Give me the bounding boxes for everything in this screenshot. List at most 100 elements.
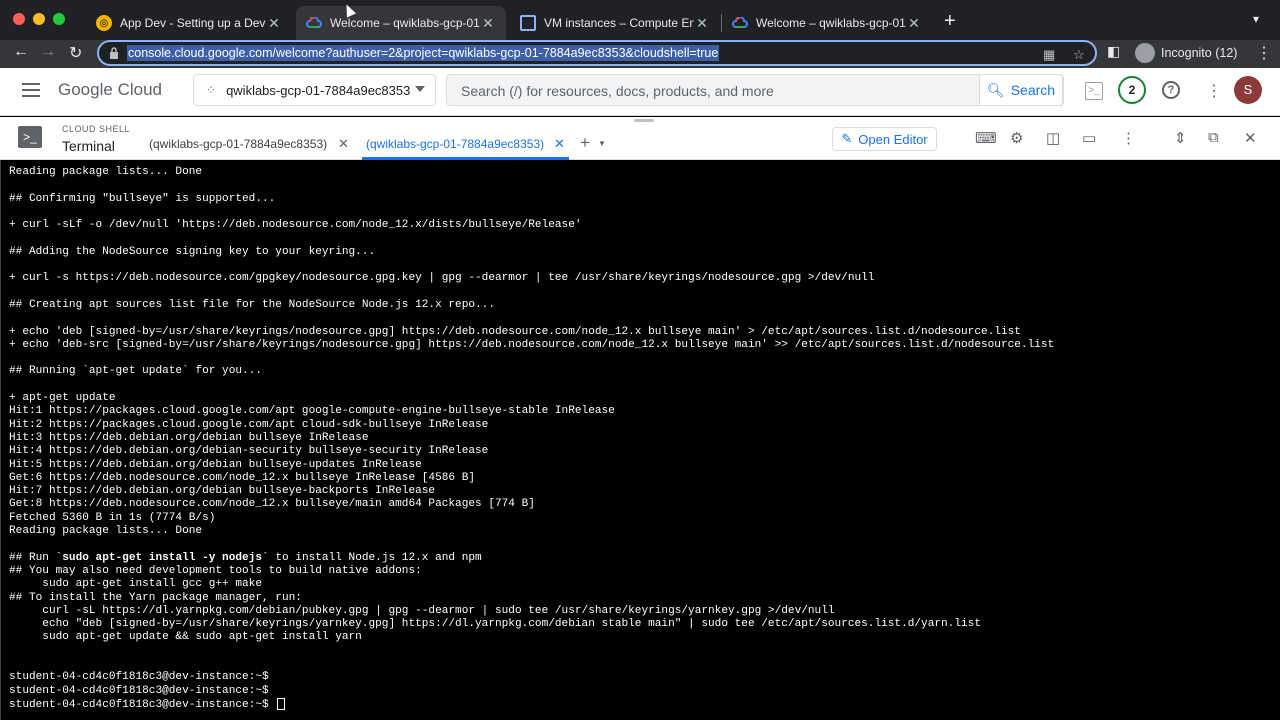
lock-icon[interactable] bbox=[109, 47, 119, 59]
incognito-label: Incognito (12) bbox=[1161, 46, 1238, 60]
resize-handle[interactable] bbox=[634, 119, 654, 122]
cloud-shell-bar: >_ CLOUD SHELL Terminal (qwiklabs-gcp-01… bbox=[0, 117, 1280, 160]
terminal-line: ## Adding the NodeSource signing key to … bbox=[9, 245, 376, 258]
cloud-shell-icon[interactable]: >_ bbox=[1085, 82, 1103, 100]
search-box[interactable]: Search (/) for resources, docs, products… bbox=[446, 74, 1064, 106]
more-options-icon[interactable]: ⋮ bbox=[1206, 81, 1222, 101]
terminal-line: student-04-cd4c0f1818c3@dev-instance:~$ bbox=[9, 671, 269, 684]
tab-title: Welcome – qwiklabs-gcp-01-7 bbox=[756, 16, 906, 30]
avatar[interactable]: S bbox=[1234, 76, 1262, 104]
terminal-line: ## Run `sudo apt-get install -y nodejs` … bbox=[9, 551, 482, 564]
open-editor-button[interactable]: ✎ Open Editor bbox=[832, 127, 937, 151]
close-window-button[interactable] bbox=[13, 13, 25, 25]
minimize-window-button[interactable] bbox=[33, 13, 45, 25]
terminal-line: + curl -sLf -o /dev/null 'https://deb.no… bbox=[9, 219, 582, 232]
browser-menu-icon[interactable]: ⋮ bbox=[1256, 43, 1272, 63]
logo-cloud: Cloud bbox=[117, 80, 162, 99]
compute-engine-icon bbox=[520, 15, 536, 31]
forward-arrow-icon[interactable]: → bbox=[40, 43, 56, 61]
chevron-down-icon[interactable]: ▼ bbox=[598, 139, 606, 148]
close-tab-icon[interactable]: ✕ bbox=[338, 136, 349, 152]
side-panel-icon[interactable]: ◧ bbox=[1107, 43, 1120, 60]
web-preview-icon[interactable]: ◫ bbox=[1046, 129, 1060, 147]
terminal-line: + echo 'deb-src [signed-by=/usr/share/ke… bbox=[9, 338, 1055, 351]
settings-gear-icon[interactable]: ⚙ bbox=[1010, 129, 1023, 147]
open-new-window-icon[interactable]: ⧉ bbox=[1208, 129, 1219, 146]
google-cloud-icon bbox=[732, 15, 748, 31]
cloud-shell-label: CLOUD SHELL bbox=[62, 124, 131, 134]
terminal-line: + curl -s https://deb.nodesource.com/gpg… bbox=[9, 272, 875, 285]
notifications-badge[interactable]: 2 bbox=[1118, 76, 1146, 104]
terminal-tab-1[interactable]: (qwiklabs-gcp-01-7884a9ec8353) bbox=[149, 137, 327, 151]
google-cloud-logo[interactable]: Google Cloud bbox=[58, 80, 162, 100]
close-tab-icon[interactable]: ✕ bbox=[906, 15, 922, 32]
tab-search-chevron-icon[interactable]: ▾ bbox=[1253, 12, 1259, 26]
search-button-label: Search bbox=[1010, 82, 1056, 98]
terminal-tab-2[interactable]: (qwiklabs-gcp-01-7884a9ec8353) bbox=[366, 137, 544, 151]
hamburger-menu-icon[interactable] bbox=[22, 83, 40, 97]
back-arrow-icon[interactable]: ← bbox=[13, 43, 29, 61]
terminal-line: Hit:5 https://deb.debian.org/debian bull… bbox=[9, 458, 422, 471]
terminal-line: Fetched 5360 B in 1s (7774 B/s) bbox=[9, 511, 216, 524]
close-icon[interactable]: ✕ bbox=[1244, 129, 1257, 147]
add-tab-icon[interactable]: + bbox=[580, 133, 590, 153]
terminal-line: student-04-cd4c0f1818c3@dev-instance:~$ bbox=[9, 684, 269, 697]
search-placeholder[interactable]: Search (/) for resources, docs, products… bbox=[461, 83, 774, 99]
browser-tab-4[interactable]: Welcome – qwiklabs-gcp-01-7 ✕ bbox=[722, 6, 932, 40]
tab-title: Welcome – qwiklabs-gcp-01-7 bbox=[330, 16, 480, 30]
browser-tab-2[interactable]: Welcome – qwiklabs-gcp-01-7 ✕ bbox=[296, 6, 506, 40]
terminal-line: Get:6 https://deb.nodesource.com/node_12… bbox=[9, 471, 476, 484]
maximize-window-button[interactable] bbox=[53, 13, 65, 25]
terminal-line: Get:8 https://deb.nodesource.com/node_12… bbox=[9, 498, 535, 511]
terminal-line: student-04-cd4c0f1818c3@dev-instance:~$ bbox=[9, 697, 1054, 711]
terminal-line: curl -sL https://dl.yarnpkg.com/debian/p… bbox=[9, 604, 835, 617]
tab-title: App Dev - Setting up a Develo bbox=[120, 16, 266, 30]
address-bar[interactable]: console.cloud.google.com/welcome?authuse… bbox=[97, 40, 1097, 66]
cloud-shell-title: Terminal bbox=[62, 138, 115, 154]
terminal-icon: >_ bbox=[18, 126, 42, 148]
terminal-line: sudo apt-get update && sudo apt-get inst… bbox=[9, 631, 362, 644]
incognito-indicator[interactable]: Incognito (12) bbox=[1135, 43, 1237, 63]
google-cloud-icon bbox=[306, 15, 322, 31]
logo-google: Google bbox=[58, 80, 113, 99]
gcp-header: Google Cloud ⁘ qwiklabs-gcp-01-7884a9ec8… bbox=[0, 68, 1280, 116]
keyboard-icon[interactable]: ⌨ bbox=[975, 129, 997, 147]
terminal-line: ## Running `apt-get update` for you... bbox=[9, 365, 262, 378]
browser-tab-3[interactable]: VM instances – Compute Engi ✕ bbox=[510, 6, 720, 40]
new-tab-icon[interactable]: + bbox=[944, 10, 956, 33]
bookmark-star-icon[interactable]: ☆ bbox=[1073, 47, 1085, 63]
terminal-line: Hit:7 https://deb.debian.org/debian bull… bbox=[9, 485, 436, 498]
close-tab-icon[interactable]: ✕ bbox=[480, 15, 496, 32]
close-tab-icon[interactable]: ✕ bbox=[694, 15, 710, 32]
search-button[interactable]: 🔍︎ Search bbox=[979, 74, 1063, 106]
search-icon: 🔍︎ bbox=[986, 81, 1005, 98]
maximize-icon[interactable]: ⇕ bbox=[1174, 129, 1187, 147]
terminal-cursor bbox=[277, 697, 286, 710]
terminal-line: Hit:2 https://packages.cloud.google.com/… bbox=[9, 418, 489, 431]
project-icon: ⁘ bbox=[206, 83, 217, 97]
close-tab-icon[interactable]: ✕ bbox=[266, 15, 282, 32]
close-tab-icon[interactable]: ✕ bbox=[554, 136, 565, 152]
terminal-line: sudo apt-get install gcc g++ make bbox=[9, 578, 262, 591]
terminal-line: + apt-get update bbox=[9, 392, 116, 405]
browser-tab-1[interactable]: ◎ App Dev - Setting up a Develo ✕ bbox=[86, 6, 292, 40]
project-selector[interactable]: ⁘ qwiklabs-gcp-01-7884a9ec8353 bbox=[193, 74, 436, 106]
terminal-line: ## Confirming "bullseye" is supported... bbox=[9, 192, 276, 205]
reload-icon[interactable]: ↻ bbox=[69, 43, 82, 63]
terminal-line: Hit:3 https://deb.debian.org/debian bull… bbox=[9, 431, 369, 444]
layout-icon[interactable]: ▭ bbox=[1082, 129, 1096, 147]
terminal-output[interactable]: Reading package lists... Done ## Confirmi… bbox=[0, 160, 1280, 720]
help-icon[interactable]: ? bbox=[1162, 81, 1180, 99]
qwiklabs-icon: ◎ bbox=[96, 15, 112, 31]
more-options-icon[interactable]: ⋮ bbox=[1121, 129, 1136, 147]
qr-code-icon[interactable]: ▦ bbox=[1043, 47, 1055, 63]
url-text[interactable]: console.cloud.google.com/welcome?authuse… bbox=[127, 45, 720, 61]
